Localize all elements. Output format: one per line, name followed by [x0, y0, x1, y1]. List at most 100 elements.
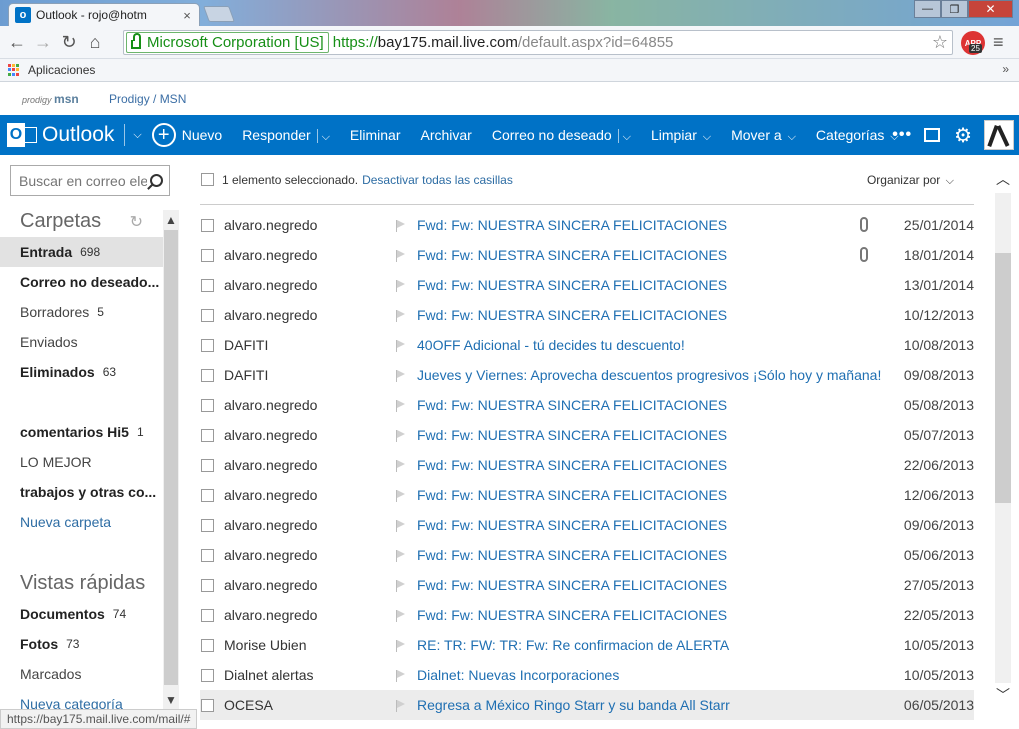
flag-icon[interactable] — [396, 310, 405, 322]
message-subject[interactable]: Fwd: Fw: NUESTRA SINCERA FELICITACIONES — [417, 277, 887, 293]
message-checkbox[interactable] — [201, 338, 214, 352]
message-row[interactable]: DAFITI 40OFF Adicional - tú decides tu de… — [200, 330, 974, 360]
folder-item[interactable]: Correo no deseado... — [0, 267, 163, 297]
message-subject[interactable]: 40OFF Adicional - tú decides tu descuent… — [417, 337, 887, 353]
message-subject[interactable]: Fwd: Fw: NUESTRA SINCERA FELICITACIONES — [417, 217, 887, 233]
flag-icon[interactable] — [396, 460, 405, 472]
message-checkbox[interactable] — [201, 518, 214, 532]
message-row[interactable]: alvaro.negredo Fwd: Fw: NUESTRA SINCERA F… — [200, 570, 974, 600]
custom-folder-item[interactable]: trabajos y otras co... — [0, 477, 163, 507]
maximize-button[interactable]: ❐ — [941, 0, 968, 18]
scrollbar-track[interactable] — [995, 193, 1011, 683]
message-checkbox[interactable] — [201, 458, 214, 472]
flag-icon[interactable] — [396, 250, 405, 262]
message-list-scrollbar[interactable]: ︿ ﹀ — [993, 165, 1013, 705]
back-button[interactable]: ← — [4, 29, 30, 55]
outlook-logo-icon[interactable]: O — [7, 121, 37, 149]
message-subject[interactable]: Fwd: Fw: NUESTRA SINCERA FELICITACIONES — [417, 457, 887, 473]
message-row[interactable]: alvaro.negredo Fwd: Fw: NUESTRA SINCERA F… — [200, 240, 974, 270]
custom-folder-item[interactable]: LO MEJOR — [0, 447, 163, 477]
archive-button[interactable]: Archivar — [421, 127, 472, 143]
scroll-down-icon[interactable]: ﹀ — [993, 685, 1013, 705]
message-checkbox[interactable] — [201, 308, 214, 322]
scroll-down-icon[interactable]: ▼ — [163, 693, 179, 707]
message-subject[interactable]: Fwd: Fw: NUESTRA SINCERA FELICITACIONES — [417, 547, 887, 563]
folders-heading[interactable]: Carpetas ↻ — [0, 205, 163, 237]
sweep-button[interactable]: Limpiar ⌵ — [651, 127, 711, 144]
message-subject[interactable]: Jueves y Viernes: Aprovecha descuentos p… — [417, 367, 887, 383]
quick-view-item[interactable]: Fotos 73 — [0, 629, 163, 659]
forward-button[interactable]: → — [30, 29, 56, 55]
message-checkbox[interactable] — [201, 368, 214, 382]
message-subject[interactable]: Fwd: Fw: NUESTRA SINCERA FELICITACIONES — [417, 577, 887, 593]
close-window-button[interactable]: ✕ — [968, 0, 1013, 18]
message-checkbox[interactable] — [201, 248, 214, 262]
message-subject[interactable]: Fwd: Fw: NUESTRA SINCERA FELICITACIONES — [417, 307, 887, 323]
flag-icon[interactable] — [396, 340, 405, 352]
folder-item[interactable]: Eliminados 63 — [0, 357, 163, 387]
categories-button[interactable]: Categorías ⌵ — [816, 127, 899, 144]
quick-view-item[interactable]: Marcados — [0, 659, 163, 689]
message-checkbox[interactable] — [201, 218, 214, 232]
flag-icon[interactable] — [396, 520, 405, 532]
message-row[interactable]: Morise Ubien RE: TR: FW: TR: Fw: Re confi… — [200, 630, 974, 660]
message-subject[interactable]: Fwd: Fw: NUESTRA SINCERA FELICITACIONES — [417, 517, 887, 533]
flag-icon[interactable] — [396, 640, 405, 652]
message-subject[interactable]: Regresa a México Ringo Starr y su banda … — [417, 697, 887, 713]
mail-search-box[interactable] — [10, 165, 170, 196]
new-tab-button[interactable] — [203, 6, 235, 22]
folder-item[interactable]: Enviados — [0, 327, 163, 357]
search-icon[interactable] — [150, 174, 163, 187]
flag-icon[interactable] — [396, 700, 405, 712]
flag-icon[interactable] — [396, 400, 405, 412]
flag-icon[interactable] — [396, 280, 405, 292]
message-checkbox[interactable] — [201, 548, 214, 562]
scroll-up-icon[interactable]: ︿ — [993, 169, 1013, 189]
quick-view-item[interactable]: Documentos 74 — [0, 599, 163, 629]
message-row[interactable]: alvaro.negredo Fwd: Fw: NUESTRA SINCERA F… — [200, 210, 974, 240]
message-checkbox[interactable] — [201, 578, 214, 592]
message-subject[interactable]: Fwd: Fw: NUESTRA SINCERA FELICITACIONES — [417, 487, 887, 503]
browser-menu-icon[interactable]: ≡ — [993, 32, 1004, 53]
prodigy-msn-link[interactable]: Prodigy / MSN — [109, 92, 186, 106]
flag-icon[interactable] — [396, 580, 405, 592]
refresh-icon[interactable]: ↻ — [130, 212, 143, 232]
message-row[interactable]: alvaro.negredo Fwd: Fw: NUESTRA SINCERA F… — [200, 600, 974, 630]
flag-icon[interactable] — [396, 370, 405, 382]
folder-item[interactable]: Borradores 5 — [0, 297, 163, 327]
message-row[interactable]: alvaro.negredo Fwd: Fw: NUESTRA SINCERA F… — [200, 480, 974, 510]
message-row[interactable]: alvaro.negredo Fwd: Fw: NUESTRA SINCERA F… — [200, 270, 974, 300]
flag-icon[interactable] — [396, 550, 405, 562]
message-subject[interactable]: RE: TR: FW: TR: Fw: Re confirmacion de A… — [417, 637, 887, 653]
new-folder-link[interactable]: Nueva carpeta — [0, 507, 163, 537]
message-checkbox[interactable] — [201, 488, 214, 502]
bookmark-apps[interactable]: Aplicaciones — [28, 63, 95, 77]
deselect-all-link[interactable]: Desactivar todas las casillas — [362, 173, 513, 187]
message-row[interactable]: alvaro.negredo Fwd: Fw: NUESTRA SINCERA F… — [200, 540, 974, 570]
new-message-button[interactable]: + Nuevo — [151, 123, 222, 147]
message-checkbox[interactable] — [201, 668, 214, 682]
message-subject[interactable]: Fwd: Fw: NUESTRA SINCERA FELICITACIONES — [417, 427, 887, 443]
message-row[interactable]: alvaro.negredo Fwd: Fw: NUESTRA SINCERA F… — [200, 420, 974, 450]
message-row[interactable]: Dialnet alertas Dialnet: Nuevas Incorpora… — [200, 660, 974, 690]
move-to-button[interactable]: Mover a ⌵ — [731, 127, 796, 144]
user-avatar[interactable] — [984, 120, 1014, 150]
search-input[interactable] — [19, 172, 147, 189]
tab-close-icon[interactable]: × — [179, 8, 195, 23]
message-checkbox[interactable] — [201, 698, 214, 712]
junk-button[interactable]: Correo no deseado ⌵ — [492, 127, 631, 144]
message-checkbox[interactable] — [201, 608, 214, 622]
select-all-checkbox[interactable] — [201, 173, 214, 186]
scroll-up-icon[interactable]: ▲ — [163, 213, 179, 227]
bookmark-star-icon[interactable]: ☆ — [932, 32, 948, 53]
app-switcher-chevron-icon[interactable]: ⌵ — [133, 129, 141, 142]
settings-gear-icon[interactable]: ⚙ — [954, 123, 972, 148]
reload-button[interactable]: ↻ — [56, 29, 82, 55]
flag-icon[interactable] — [396, 490, 405, 502]
folder-pane-scrollbar[interactable]: ▲ ▼ — [163, 210, 179, 710]
delete-button[interactable]: Eliminar — [350, 127, 401, 143]
home-button[interactable]: ⌂ — [82, 29, 108, 55]
message-row[interactable]: alvaro.negredo Fwd: Fw: NUESTRA SINCERA F… — [200, 300, 974, 330]
address-bar[interactable]: Microsoft Corporation [US] https://bay17… — [123, 30, 953, 55]
message-subject[interactable]: Dialnet: Nuevas Incorporaciones — [417, 667, 887, 683]
